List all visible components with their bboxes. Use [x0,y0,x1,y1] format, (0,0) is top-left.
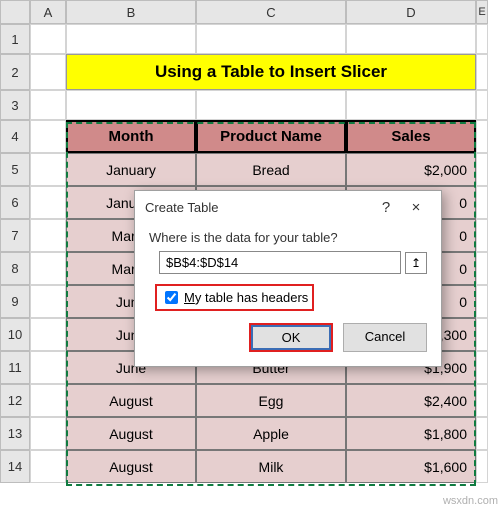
cell-E13[interactable] [476,417,488,450]
cell-E11[interactable] [476,351,488,384]
row-12[interactable]: 12 [0,384,30,417]
cell-A11[interactable] [30,351,66,384]
table-cell-month[interactable]: August [66,417,196,450]
table-cell-month[interactable]: August [66,450,196,483]
row-2[interactable]: 2 [0,54,30,90]
cell-A6[interactable] [30,186,66,219]
row-1[interactable]: 1 [0,24,30,54]
dialog-title: Create Table [145,200,218,215]
row-7[interactable]: 7 [0,219,30,252]
col-B[interactable]: B [66,0,196,24]
cell-E4[interactable] [476,120,488,153]
dialog-help-button[interactable]: ? [371,199,401,216]
range-input[interactable] [159,251,401,274]
table-cell-product[interactable]: Milk [196,450,346,483]
row-4[interactable]: 4 [0,120,30,153]
range-picker-button[interactable]: ↥ [405,252,427,274]
table-header-month[interactable]: Month [66,120,196,153]
cell-E1[interactable] [476,24,488,54]
row-9[interactable]: 9 [0,285,30,318]
table-cell-month[interactable]: August [66,384,196,417]
table-cell-sales[interactable]: $2,000 [346,153,476,186]
cell-E14[interactable] [476,450,488,483]
row-13[interactable]: 13 [0,417,30,450]
cell-C1[interactable] [196,24,346,54]
select-all-corner[interactable] [0,0,30,24]
cell-B1[interactable] [66,24,196,54]
cell-A3[interactable] [30,90,66,120]
cell-A12[interactable] [30,384,66,417]
table-cell-month[interactable]: January [66,153,196,186]
row-10[interactable]: 10 [0,318,30,351]
col-E[interactable]: E [476,0,488,24]
cell-E3[interactable] [476,90,488,120]
cell-C3[interactable] [196,90,346,120]
col-D[interactable]: D [346,0,476,24]
row-14[interactable]: 14 [0,450,30,483]
dialog-close-button[interactable]: × [401,199,431,216]
cell-A7[interactable] [30,219,66,252]
row-6[interactable]: 6 [0,186,30,219]
cell-A1[interactable] [30,24,66,54]
table-header-sales[interactable]: Sales [346,120,476,153]
cell-A8[interactable] [30,252,66,285]
title-cell[interactable]: Using a Table to Insert Slicer [66,54,476,90]
table-header-product[interactable]: Product Name [196,120,346,153]
row-3[interactable]: 3 [0,90,30,120]
table-cell-sales[interactable]: $2,400 [346,384,476,417]
cell-A14[interactable] [30,450,66,483]
cancel-button[interactable]: Cancel [343,323,427,352]
create-table-dialog: Create Table ? × Where is the data for y… [134,190,442,367]
cell-E10[interactable] [476,318,488,351]
cell-E9[interactable] [476,285,488,318]
cell-E5[interactable] [476,153,488,186]
cell-E8[interactable] [476,252,488,285]
ok-button[interactable]: OK [249,323,333,352]
watermark: wsxdn.com [443,495,498,507]
cell-B3[interactable] [66,90,196,120]
col-A[interactable]: A [30,0,66,24]
table-cell-product[interactable]: Bread [196,153,346,186]
dialog-prompt: Where is the data for your table? [149,230,427,245]
cell-E2[interactable] [476,54,488,90]
headers-checkbox[interactable] [165,291,178,304]
cell-D1[interactable] [346,24,476,54]
cell-A13[interactable] [30,417,66,450]
table-cell-sales[interactable]: $1,800 [346,417,476,450]
table-cell-product[interactable]: Egg [196,384,346,417]
table-cell-product[interactable]: Apple [196,417,346,450]
row-8[interactable]: 8 [0,252,30,285]
row-11[interactable]: 11 [0,351,30,384]
cell-D3[interactable] [346,90,476,120]
cell-A5[interactable] [30,153,66,186]
cell-E12[interactable] [476,384,488,417]
cell-A4[interactable] [30,120,66,153]
cell-E7[interactable] [476,219,488,252]
col-C[interactable]: C [196,0,346,24]
cell-A2[interactable] [30,54,66,90]
headers-checkbox-label[interactable]: My table has headers [184,290,308,305]
table-cell-sales[interactable]: $1,600 [346,450,476,483]
cell-A9[interactable] [30,285,66,318]
row-5[interactable]: 5 [0,153,30,186]
cell-E6[interactable] [476,186,488,219]
cell-A10[interactable] [30,318,66,351]
